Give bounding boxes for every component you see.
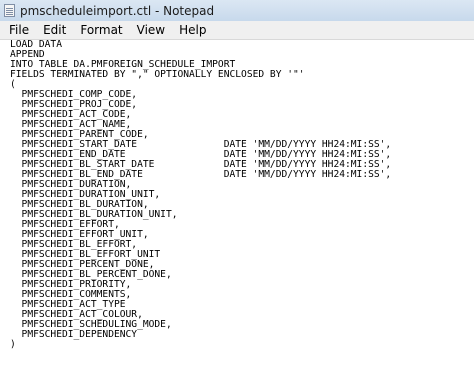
notepad-window: pmscheduleimport.ctl - Notepad File Edit… xyxy=(0,0,474,379)
menu-edit[interactable]: Edit xyxy=(36,21,73,39)
notepad-icon xyxy=(4,4,15,17)
text-line: PMFSCHEDI_DEPENDENCY xyxy=(10,329,138,340)
menu-format[interactable]: Format xyxy=(73,21,129,39)
text-editor-area[interactable]: LOAD DATA APPEND INTO TABLE DA.PMFOREIGN_S… xyxy=(0,40,474,379)
window-title: pmscheduleimport.ctl - Notepad xyxy=(20,3,215,18)
title-bar[interactable]: pmscheduleimport.ctl - Notepad xyxy=(0,0,474,21)
text-line: ) xyxy=(10,339,16,350)
menu-help[interactable]: Help xyxy=(172,21,213,39)
menu-file[interactable]: File xyxy=(0,21,36,39)
menu-bar: File Edit Format View Help xyxy=(0,21,474,40)
menu-view[interactable]: View xyxy=(130,21,172,39)
text-line: FIELDS TERMINATED BY "," OPTIONALLY ENCL… xyxy=(10,69,305,80)
